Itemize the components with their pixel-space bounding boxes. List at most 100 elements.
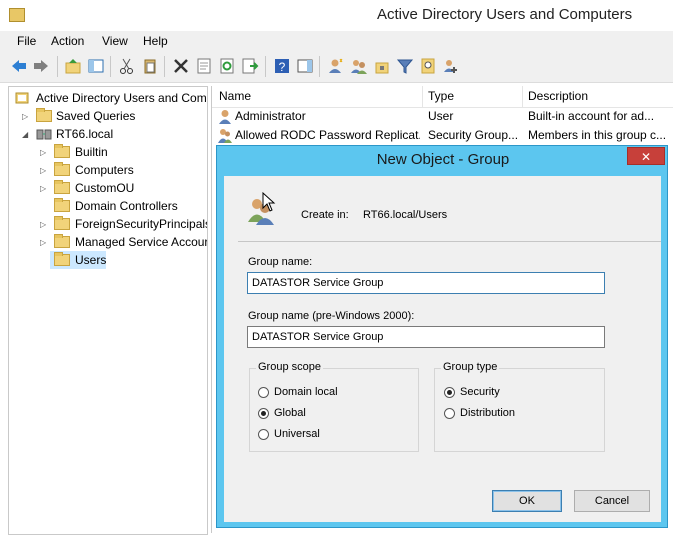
group-type-title: Group type xyxy=(441,361,500,373)
group-name-label: Group name: xyxy=(248,256,313,268)
group-scope-title: Group scope xyxy=(256,361,323,373)
scope-global-radio[interactable] xyxy=(258,408,269,419)
tree-item-label: ForeignSecurityPrincipals xyxy=(75,217,208,231)
tree-item-label: Managed Service Accour xyxy=(75,235,208,249)
window-title: Active Directory Users and Computers xyxy=(377,6,633,23)
tree-item-rt66-local[interactable]: ◢ RT66.local xyxy=(9,125,207,143)
mouse-cursor-icon xyxy=(262,192,276,212)
menu-bar: File Action View Help xyxy=(0,31,673,51)
find-icon[interactable] xyxy=(419,57,437,75)
list-item[interactable]: Allowed RODC Password Replicat... Securi… xyxy=(212,126,673,145)
group-icon xyxy=(218,129,232,143)
tree-item-customou[interactable]: ▷ CustomOU xyxy=(9,179,207,197)
scope-global-label[interactable]: Global xyxy=(274,407,306,419)
properties-icon[interactable] xyxy=(195,57,213,75)
filter-icon[interactable] xyxy=(396,57,414,75)
create-in-value: RT66.local/Users xyxy=(363,209,448,221)
tree-item-label: Saved Queries xyxy=(56,109,136,123)
toolbar: ? xyxy=(0,51,673,83)
type-distribution-label[interactable]: Distribution xyxy=(460,407,515,419)
expand-icon[interactable]: ▷ xyxy=(40,238,49,247)
group-scope-box: Group scope Domain local Global Universa… xyxy=(249,361,419,452)
list-header: Name Type Description xyxy=(212,86,673,108)
type-security-radio[interactable] xyxy=(444,387,455,398)
tree-item-saved-queries[interactable]: ▷ Saved Queries xyxy=(9,107,207,125)
refresh-icon[interactable] xyxy=(218,57,236,75)
collapse-icon[interactable]: ◢ xyxy=(22,130,31,139)
cut-icon[interactable] xyxy=(118,57,136,75)
dialog-title: New Object - Group xyxy=(376,151,510,168)
tree-item-label: CustomOU xyxy=(75,181,135,195)
group-name-pre2000-label: Group name (pre-Windows 2000): xyxy=(248,310,415,322)
forward-icon[interactable] xyxy=(32,57,50,75)
new-group-icon[interactable] xyxy=(350,57,368,75)
domain-icon xyxy=(36,129,52,140)
ou-folder-icon xyxy=(54,198,70,212)
back-icon[interactable] xyxy=(10,57,28,75)
expand-icon[interactable]: ▷ xyxy=(40,148,49,157)
type-security-label[interactable]: Security xyxy=(460,386,500,398)
new-user-icon[interactable] xyxy=(327,57,345,75)
tree-item-label: RT66.local xyxy=(56,127,114,141)
toolbar-separator xyxy=(164,56,165,77)
scope-universal-radio[interactable] xyxy=(258,429,269,440)
column-divider[interactable] xyxy=(422,86,423,107)
export-list-icon[interactable] xyxy=(241,57,259,75)
menu-action[interactable]: Action xyxy=(51,34,84,48)
tree-item-domain-controllers[interactable]: Domain Controllers xyxy=(9,197,207,215)
delete-icon[interactable] xyxy=(172,57,190,75)
dialog-body: Create in: RT66.local/Users Group name: … xyxy=(224,176,661,522)
expand-icon[interactable]: ▷ xyxy=(40,166,49,175)
column-divider[interactable] xyxy=(522,86,523,107)
app-icon xyxy=(9,8,25,22)
show-hide-console-tree-icon[interactable] xyxy=(87,57,105,75)
help-icon[interactable]: ? xyxy=(273,57,291,75)
tree-item-users[interactable]: Users xyxy=(50,251,106,269)
column-header-name[interactable]: Name xyxy=(219,89,251,103)
menu-file[interactable]: File xyxy=(17,34,36,48)
paste-icon[interactable] xyxy=(141,57,159,75)
menu-view[interactable]: View xyxy=(102,34,128,48)
type-distribution-radio[interactable] xyxy=(444,408,455,419)
column-header-description[interactable]: Description xyxy=(528,89,588,103)
list-cell-type: Security Group... xyxy=(428,128,519,142)
expand-icon[interactable]: ▷ xyxy=(22,112,31,121)
new-ou-icon[interactable] xyxy=(373,57,391,75)
scope-domain-local-radio[interactable] xyxy=(258,387,269,398)
add-to-group-icon[interactable] xyxy=(442,57,460,75)
column-header-type[interactable]: Type xyxy=(428,89,454,103)
cancel-button[interactable]: Cancel xyxy=(574,490,650,512)
console-tree: Active Directory Users and Com ▷ Saved Q… xyxy=(8,86,208,535)
tree-item-managed-service-accounts[interactable]: ▷ Managed Service Accour xyxy=(9,233,207,251)
folder-icon xyxy=(54,252,70,266)
tree-item-builtin[interactable]: ▷ Builtin xyxy=(9,143,207,161)
divider xyxy=(238,241,661,242)
list-item[interactable]: Administrator User Built-in account for … xyxy=(212,107,673,126)
menu-help[interactable]: Help xyxy=(143,34,168,48)
tree-item-label: Builtin xyxy=(75,145,108,159)
toolbar-separator xyxy=(110,56,111,77)
title-bar: Active Directory Users and Computers xyxy=(0,0,673,31)
tree-root[interactable]: Active Directory Users and Com xyxy=(9,89,207,107)
svg-text:?: ? xyxy=(279,60,286,74)
expand-icon[interactable]: ▷ xyxy=(40,184,49,193)
scope-domain-local-label[interactable]: Domain local xyxy=(274,386,338,398)
dialog-close-button[interactable]: ✕ xyxy=(627,147,665,165)
folder-icon xyxy=(54,144,70,158)
tree-item-computers[interactable]: ▷ Computers xyxy=(9,161,207,179)
group-name-input[interactable]: DATASTOR Service Group xyxy=(247,272,605,294)
toolbar-separator xyxy=(57,56,58,77)
tree-item-foreign-security-principals[interactable]: ▷ ForeignSecurityPrincipals xyxy=(9,215,207,233)
group-name-pre2000-input[interactable]: DATASTOR Service Group xyxy=(247,326,605,348)
tree-root-label: Active Directory Users and Com xyxy=(36,91,207,105)
scope-universal-label[interactable]: Universal xyxy=(274,428,320,440)
toolbar-separator xyxy=(265,56,266,77)
expand-icon[interactable]: ▷ xyxy=(40,220,49,229)
ok-button[interactable]: OK xyxy=(492,490,562,512)
folder-icon xyxy=(54,216,70,230)
folder-icon xyxy=(54,162,70,176)
list-cell-name: Allowed RODC Password Replicat... xyxy=(235,128,420,142)
action-pane-icon[interactable] xyxy=(296,57,314,75)
snapin-icon xyxy=(15,92,29,104)
up-folder-icon[interactable] xyxy=(64,57,82,75)
